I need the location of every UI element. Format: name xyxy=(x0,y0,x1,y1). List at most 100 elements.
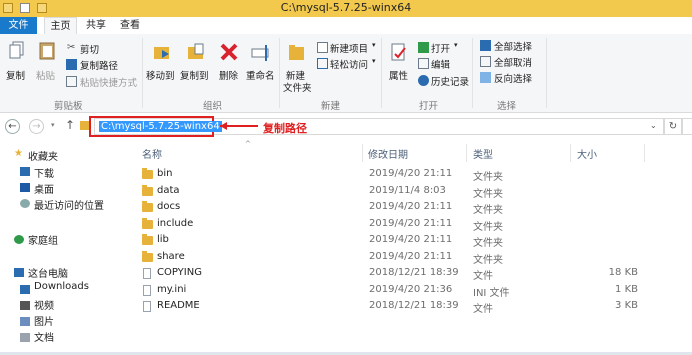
file-date: 2019/4/20 21:11 xyxy=(369,217,453,229)
new-folder-line2[interactable]: 文件夹 xyxy=(283,80,312,94)
history-icon xyxy=(418,75,429,86)
file-date: 2019/4/20 21:11 xyxy=(369,201,453,212)
tab-home[interactable]: 主页 xyxy=(44,17,77,34)
file-type: 文件夹 xyxy=(473,238,503,249)
separator xyxy=(570,144,571,162)
open-button[interactable]: 打开 xyxy=(431,41,450,55)
select-none-button[interactable]: 全部取消 xyxy=(494,55,532,69)
separator xyxy=(381,38,382,108)
properties-icon xyxy=(391,43,406,61)
recent-locations-icon[interactable]: ▾ xyxy=(51,121,55,129)
easy-access-button[interactable]: 轻松访问 xyxy=(330,57,368,71)
new-item-icon xyxy=(317,42,328,53)
separator xyxy=(142,38,143,108)
documents-icon xyxy=(20,333,30,342)
up-arrow-icon[interactable]: ↑ xyxy=(65,118,75,132)
copy-button[interactable]: 复制 xyxy=(6,68,25,82)
refresh-icon[interactable]: ↻ xyxy=(664,118,682,135)
separator xyxy=(644,144,645,162)
nav-pictures[interactable]: 图片 xyxy=(34,313,54,328)
paste-shortcut-button[interactable]: 粘贴快捷方式 xyxy=(80,75,137,89)
file-row[interactable]: lib 2019/4/20 21:11 文件夹 xyxy=(130,233,692,249)
select-group-label: 选择 xyxy=(497,101,517,112)
nav-this-pc[interactable]: 这台电脑 xyxy=(28,265,68,280)
file-date: 2018/12/21 18:39 xyxy=(369,300,459,311)
nav-recent[interactable]: 最近访问的位置 xyxy=(34,197,104,212)
select-all-button[interactable]: 全部选择 xyxy=(494,39,532,53)
pictures-icon xyxy=(20,317,30,326)
edit-button[interactable]: 编辑 xyxy=(431,57,450,71)
column-header-type[interactable]: 类型 xyxy=(473,146,493,161)
address-dropdown-icon[interactable]: ⌄ xyxy=(650,121,657,130)
properties-button[interactable]: 属性 xyxy=(389,68,408,82)
move-to-icon xyxy=(154,47,169,59)
folder-icon xyxy=(142,184,153,196)
file-type: INI 文件 xyxy=(473,287,510,299)
file-row[interactable]: include 2019/4/20 21:11 文件夹 xyxy=(130,217,692,233)
annotation-label: 复制路径 xyxy=(263,122,307,135)
file-row[interactable]: bin 2019/4/20 21:11 文件夹 xyxy=(130,167,692,183)
column-header-name[interactable]: 名称 xyxy=(142,146,162,161)
new-item-button[interactable]: 新建项目 xyxy=(330,41,368,55)
copy-path-icon xyxy=(66,59,77,70)
star-icon: ★ xyxy=(14,148,23,159)
file-type: 文件夹 xyxy=(473,254,503,266)
homegroup-icon xyxy=(14,235,24,244)
new-item-dropdown-icon[interactable]: ▾ xyxy=(372,41,376,49)
file-row[interactable]: my.ini 2019/4/20 21:36 INI 文件 1 KB xyxy=(130,283,692,299)
back-button[interactable]: ← xyxy=(5,119,20,134)
cut-button[interactable]: 剪切 xyxy=(80,42,99,56)
file-date: 2019/11/4 8:03 xyxy=(369,184,446,196)
easy-access-dropdown-icon[interactable]: ▾ xyxy=(372,57,376,65)
navigation-pane: ★ 收藏夹 下载 桌面 最近访问的位置 家庭组 这台电脑 Downloads 视… xyxy=(0,140,130,355)
nav-downloads[interactable]: 下载 xyxy=(34,165,54,180)
select-all-icon xyxy=(480,40,491,51)
invert-selection-icon xyxy=(480,72,491,83)
file-name: bin xyxy=(157,168,173,179)
rename-button[interactable]: 重命名 xyxy=(246,68,275,82)
file-name: COPYING xyxy=(157,267,202,278)
paste-button[interactable]: 粘贴 xyxy=(36,68,55,82)
file-type: 文件夹 xyxy=(473,188,503,200)
nav-homegroup[interactable]: 家庭组 xyxy=(28,232,58,247)
file-row[interactable]: docs 2019/4/20 21:11 文件夹 xyxy=(130,200,692,216)
column-header-date[interactable]: 修改日期 xyxy=(368,146,408,161)
nav-documents[interactable]: 文档 xyxy=(34,329,54,344)
organize-group-label: 组织 xyxy=(203,101,223,112)
open-group-label: 打开 xyxy=(419,101,439,112)
folder-icon xyxy=(142,201,153,212)
search-input[interactable] xyxy=(682,118,692,135)
file-row[interactable]: README 2018/12/21 18:39 文件 3 KB xyxy=(130,299,692,315)
nav-videos[interactable]: 视频 xyxy=(34,297,54,312)
copy-path-button[interactable]: 复制路径 xyxy=(80,58,118,72)
folder-icon xyxy=(142,217,153,229)
file-type: 文件夹 xyxy=(473,172,503,183)
ribbon-tabs: 文件 主页 共享 查看 xyxy=(0,17,692,35)
nav-favorites[interactable]: 收藏夹 xyxy=(28,148,58,163)
tab-view[interactable]: 查看 xyxy=(115,17,145,34)
delete-icon xyxy=(220,43,238,61)
forward-button[interactable]: → xyxy=(29,119,44,134)
move-to-button[interactable]: 移动到 xyxy=(146,68,175,82)
address-bar-row: ← → ▾ ↑ C:\mysql-5.7.25-winx64 复制路径 ⌄ ↻ xyxy=(0,113,692,139)
nav-desktop[interactable]: 桌面 xyxy=(34,181,54,196)
cut-icon: ✂ xyxy=(67,42,76,53)
file-row[interactable]: COPYING 2018/12/21 18:39 文件 18 KB xyxy=(130,266,692,282)
copy-to-button[interactable]: 复制到 xyxy=(180,68,209,82)
file-name: docs xyxy=(157,201,181,212)
file-row[interactable]: data 2019/11/4 8:03 文件夹 xyxy=(130,184,692,200)
file-list-pane: ^ 名称 修改日期 类型 大小 bin 2019/4/20 21:11 文件夹 dat… xyxy=(130,140,692,355)
history-button[interactable]: 历史记录 xyxy=(431,74,469,88)
column-header-size[interactable]: 大小 xyxy=(577,146,597,161)
file-row[interactable]: share 2019/4/20 21:11 文件夹 xyxy=(130,250,692,266)
invert-selection-button[interactable]: 反向选择 xyxy=(494,71,532,85)
file-type: 文件 xyxy=(473,271,493,282)
tab-file[interactable]: 文件 xyxy=(0,17,37,34)
delete-button[interactable]: 删除 xyxy=(219,68,238,82)
open-dropdown-icon[interactable]: ▾ xyxy=(454,41,458,49)
tab-share[interactable]: 共享 xyxy=(81,17,111,34)
folder-icon xyxy=(142,168,153,179)
address-path[interactable]: C:\mysql-5.7.25-winx64 xyxy=(99,121,222,132)
copy-icon xyxy=(9,41,24,59)
nav-pc-downloads[interactable]: Downloads xyxy=(34,281,89,292)
